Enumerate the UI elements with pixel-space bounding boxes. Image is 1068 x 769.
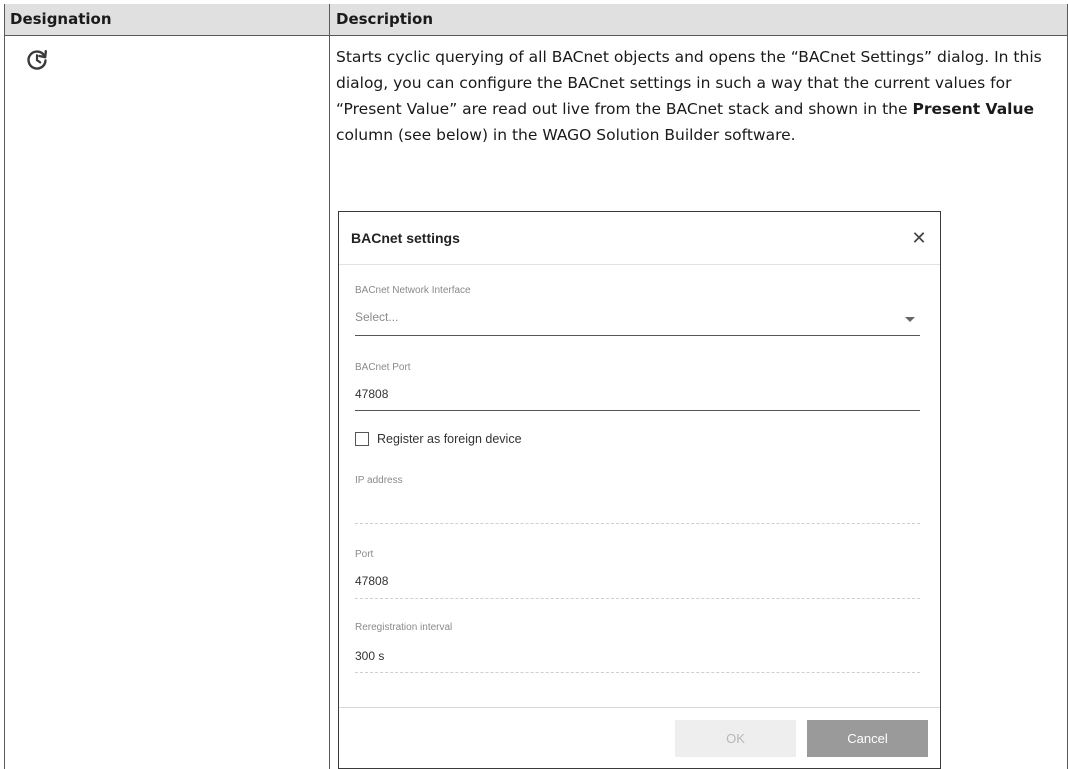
- table-header: Designation Description: [4, 4, 1068, 35]
- header-description: Description: [336, 10, 434, 28]
- ip-address-label: IP address: [355, 475, 403, 486]
- designation-description-table: Designation Description Starts cyclic qu…: [4, 4, 1068, 769]
- reregistration-underline: [355, 672, 920, 673]
- network-interface-select[interactable]: Select...: [355, 310, 398, 324]
- network-interface-underline: [355, 335, 920, 336]
- dialog-footer-divider: [339, 707, 940, 708]
- reregistration-label: Reregistration interval: [355, 622, 453, 633]
- chevron-down-icon[interactable]: [905, 317, 915, 322]
- header-divider: [4, 35, 1068, 36]
- table-border-left: [4, 4, 5, 769]
- bacnet-port-input[interactable]: 47808: [355, 387, 388, 401]
- port-label: Port: [355, 549, 374, 560]
- bacnet-settings-dialog: BACnet settings ✕ BACnet Network Interfa…: [338, 211, 941, 769]
- ok-button[interactable]: OK: [675, 720, 796, 757]
- row-description: Starts cyclic querying of all BACnet obj…: [336, 44, 1062, 148]
- cyclic-refresh-icon: [27, 50, 47, 70]
- dialog-title: BACnet settings: [351, 230, 460, 246]
- reregistration-input[interactable]: 300 s: [355, 649, 384, 663]
- close-icon[interactable]: ✕: [909, 228, 929, 248]
- port-input[interactable]: 47808: [355, 574, 388, 588]
- description-bold: Present Value: [912, 100, 1035, 118]
- table-column-divider: [329, 4, 330, 769]
- ip-address-underline: [355, 523, 920, 524]
- network-interface-label: BACnet Network Interface: [355, 285, 471, 296]
- cancel-button[interactable]: Cancel: [807, 720, 928, 757]
- bacnet-port-underline: [355, 410, 920, 411]
- dialog-header-divider: [339, 264, 940, 265]
- description-text-end: column (see below) in the WAGO Solution …: [336, 126, 796, 144]
- foreign-device-label[interactable]: Register as foreign device: [377, 432, 522, 446]
- foreign-device-checkbox[interactable]: [355, 432, 369, 446]
- bacnet-port-label: BACnet Port: [355, 362, 411, 373]
- header-designation: Designation: [10, 10, 112, 28]
- port-underline: [355, 598, 920, 599]
